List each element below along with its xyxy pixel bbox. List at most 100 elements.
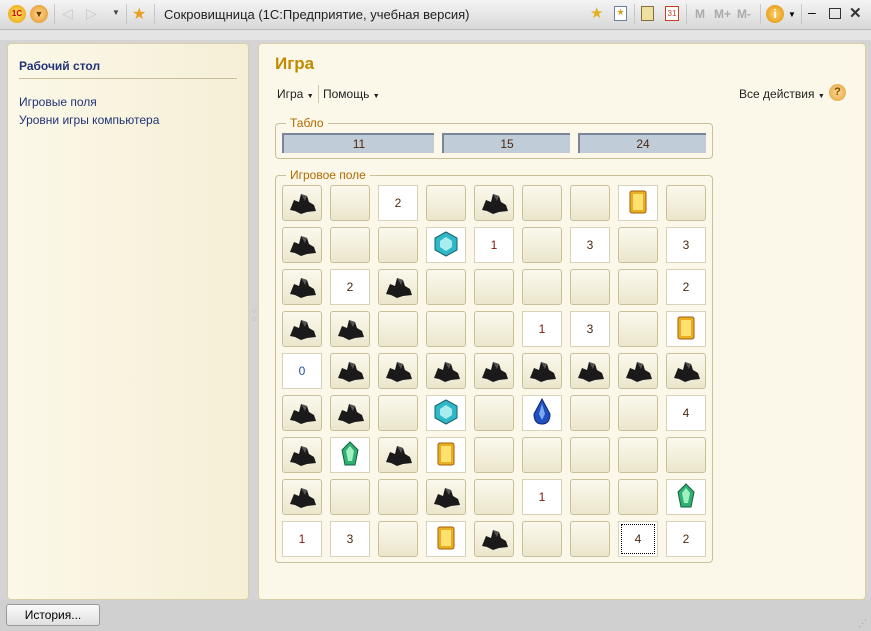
history-dropdown-icon[interactable]: ▼ (112, 8, 120, 17)
1c-logo-icon[interactable]: 1С (8, 5, 26, 23)
game-cell[interactable] (522, 185, 562, 221)
forward-icon[interactable]: ▷ (86, 5, 97, 22)
game-cell[interactable] (426, 269, 466, 305)
memory-button[interactable]: M (695, 7, 705, 21)
game-cell[interactable] (474, 311, 514, 347)
game-cell[interactable] (282, 227, 322, 263)
game-cell[interactable] (426, 311, 466, 347)
game-cell[interactable] (378, 437, 418, 473)
game-cell[interactable] (378, 227, 418, 263)
sidebar-item-game-fields[interactable]: Игровые поля (19, 95, 97, 109)
game-cell[interactable]: 2 (330, 269, 370, 305)
game-cell[interactable] (618, 395, 658, 431)
game-cell[interactable] (330, 395, 370, 431)
splitter-handle[interactable]: ⁘ ⁘ (251, 308, 258, 324)
game-cell[interactable] (570, 395, 610, 431)
all-actions-menu[interactable]: Все действия ▼ (739, 87, 825, 101)
game-cell[interactable] (522, 227, 562, 263)
menu-help[interactable]: Помощь ▼ (323, 87, 380, 101)
game-cell[interactable] (618, 185, 658, 221)
info-icon[interactable]: i (766, 5, 784, 23)
info-dropdown-icon[interactable]: ▼ (788, 10, 796, 19)
game-cell[interactable] (570, 521, 610, 557)
game-cell[interactable] (474, 269, 514, 305)
game-cell[interactable] (282, 437, 322, 473)
game-cell[interactable] (330, 227, 370, 263)
sidebar-item-computer-levels[interactable]: Уровни игры компьютера (19, 113, 159, 127)
game-cell[interactable] (618, 269, 658, 305)
game-cell[interactable] (378, 521, 418, 557)
game-cell[interactable] (666, 479, 706, 515)
game-cell[interactable] (474, 395, 514, 431)
game-cell[interactable] (378, 269, 418, 305)
game-cell[interactable]: 4 (618, 521, 658, 557)
maximize-icon[interactable] (829, 8, 841, 19)
game-cell[interactable]: 4 (666, 395, 706, 431)
memory-minus-button[interactable]: M- (737, 7, 751, 21)
close-icon[interactable]: ✕ (849, 4, 862, 22)
game-cell[interactable] (570, 479, 610, 515)
game-cell[interactable] (426, 521, 466, 557)
resize-grip-icon[interactable]: ⋰ (858, 618, 867, 629)
game-cell[interactable] (474, 185, 514, 221)
game-cell[interactable] (666, 353, 706, 389)
game-cell[interactable] (570, 353, 610, 389)
game-cell[interactable] (618, 311, 658, 347)
game-cell[interactable] (282, 185, 322, 221)
game-cell[interactable] (618, 227, 658, 263)
main-menu-icon[interactable]: ▼ (30, 5, 48, 23)
game-cell[interactable]: 2 (666, 269, 706, 305)
game-cell[interactable] (330, 185, 370, 221)
favorites-star-icon[interactable]: ★ (132, 4, 146, 24)
game-cell[interactable]: 0 (282, 353, 322, 389)
game-cell[interactable] (330, 311, 370, 347)
game-cell[interactable] (330, 479, 370, 515)
game-cell[interactable]: 3 (330, 521, 370, 557)
history-button[interactable]: История... (6, 604, 100, 626)
game-cell[interactable] (282, 479, 322, 515)
game-cell[interactable] (378, 479, 418, 515)
game-cell[interactable] (522, 395, 562, 431)
bookmark-icon[interactable]: ★ (614, 6, 627, 21)
menu-game[interactable]: Игра ▼ (277, 87, 314, 101)
game-cell[interactable] (378, 311, 418, 347)
game-cell[interactable] (426, 395, 466, 431)
game-cell[interactable] (522, 437, 562, 473)
game-cell[interactable] (474, 479, 514, 515)
game-cell[interactable] (522, 353, 562, 389)
game-cell[interactable] (426, 353, 466, 389)
game-cell[interactable] (330, 437, 370, 473)
game-cell[interactable] (282, 311, 322, 347)
game-cell[interactable]: 1 (474, 227, 514, 263)
game-cell[interactable]: 1 (522, 311, 562, 347)
help-icon[interactable]: ? (829, 84, 846, 101)
minimize-icon[interactable]: – (808, 4, 816, 20)
game-cell[interactable] (522, 269, 562, 305)
game-cell[interactable]: 2 (378, 185, 418, 221)
game-cell[interactable]: 2 (666, 521, 706, 557)
game-cell[interactable] (666, 185, 706, 221)
game-cell[interactable]: 1 (282, 521, 322, 557)
game-cell[interactable]: 3 (666, 227, 706, 263)
game-cell[interactable] (426, 185, 466, 221)
game-cell[interactable] (474, 353, 514, 389)
memory-plus-button[interactable]: M+ (714, 7, 731, 21)
add-favorite-icon[interactable]: ★ (590, 4, 603, 22)
game-cell[interactable] (474, 437, 514, 473)
game-cell[interactable] (570, 269, 610, 305)
game-cell[interactable] (474, 521, 514, 557)
game-cell[interactable] (282, 395, 322, 431)
calendar-icon[interactable]: 31 (665, 6, 679, 21)
calculator-icon[interactable] (641, 6, 654, 21)
game-cell[interactable] (378, 395, 418, 431)
game-cell[interactable]: 3 (570, 227, 610, 263)
game-cell[interactable] (522, 521, 562, 557)
game-cell[interactable] (618, 479, 658, 515)
game-cell[interactable] (618, 437, 658, 473)
game-cell[interactable] (330, 353, 370, 389)
game-cell[interactable] (426, 437, 466, 473)
game-cell[interactable] (426, 227, 466, 263)
game-cell[interactable] (282, 269, 322, 305)
game-cell[interactable] (570, 437, 610, 473)
game-cell[interactable] (570, 185, 610, 221)
